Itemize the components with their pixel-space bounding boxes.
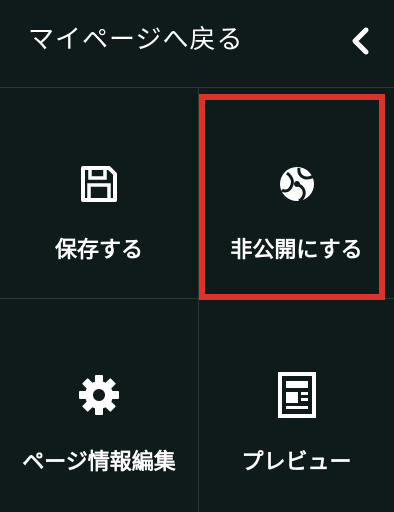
unpublish-button[interactable]: 非公開にする	[199, 88, 394, 298]
globe-icon	[279, 167, 315, 203]
gear-icon	[79, 375, 119, 415]
save-button-label: 保存する	[54, 238, 143, 263]
unpublish-button-label: 非公開にする	[230, 238, 363, 263]
back-to-mypage-link[interactable]: マイページへ戻る	[28, 22, 243, 58]
edit-page-info-button[interactable]: ページ情報編集	[0, 299, 198, 512]
preview-button-label: プレビュー	[241, 450, 352, 475]
preview-button[interactable]: プレビュー	[199, 299, 394, 512]
document-preview-icon	[277, 372, 316, 418]
collapse-panel-button[interactable]	[346, 26, 376, 56]
chevron-left-icon	[352, 27, 369, 55]
editor-side-panel: マイページへ戻る 保存する 非公開にする ページ情報編集 プレビュー	[0, 0, 394, 512]
floppy-disk-icon	[81, 166, 117, 202]
save-button[interactable]: 保存する	[0, 88, 198, 298]
edit-page-info-button-label: ページ情報編集	[22, 450, 176, 475]
panel-header: マイページへ戻る	[0, 0, 394, 88]
